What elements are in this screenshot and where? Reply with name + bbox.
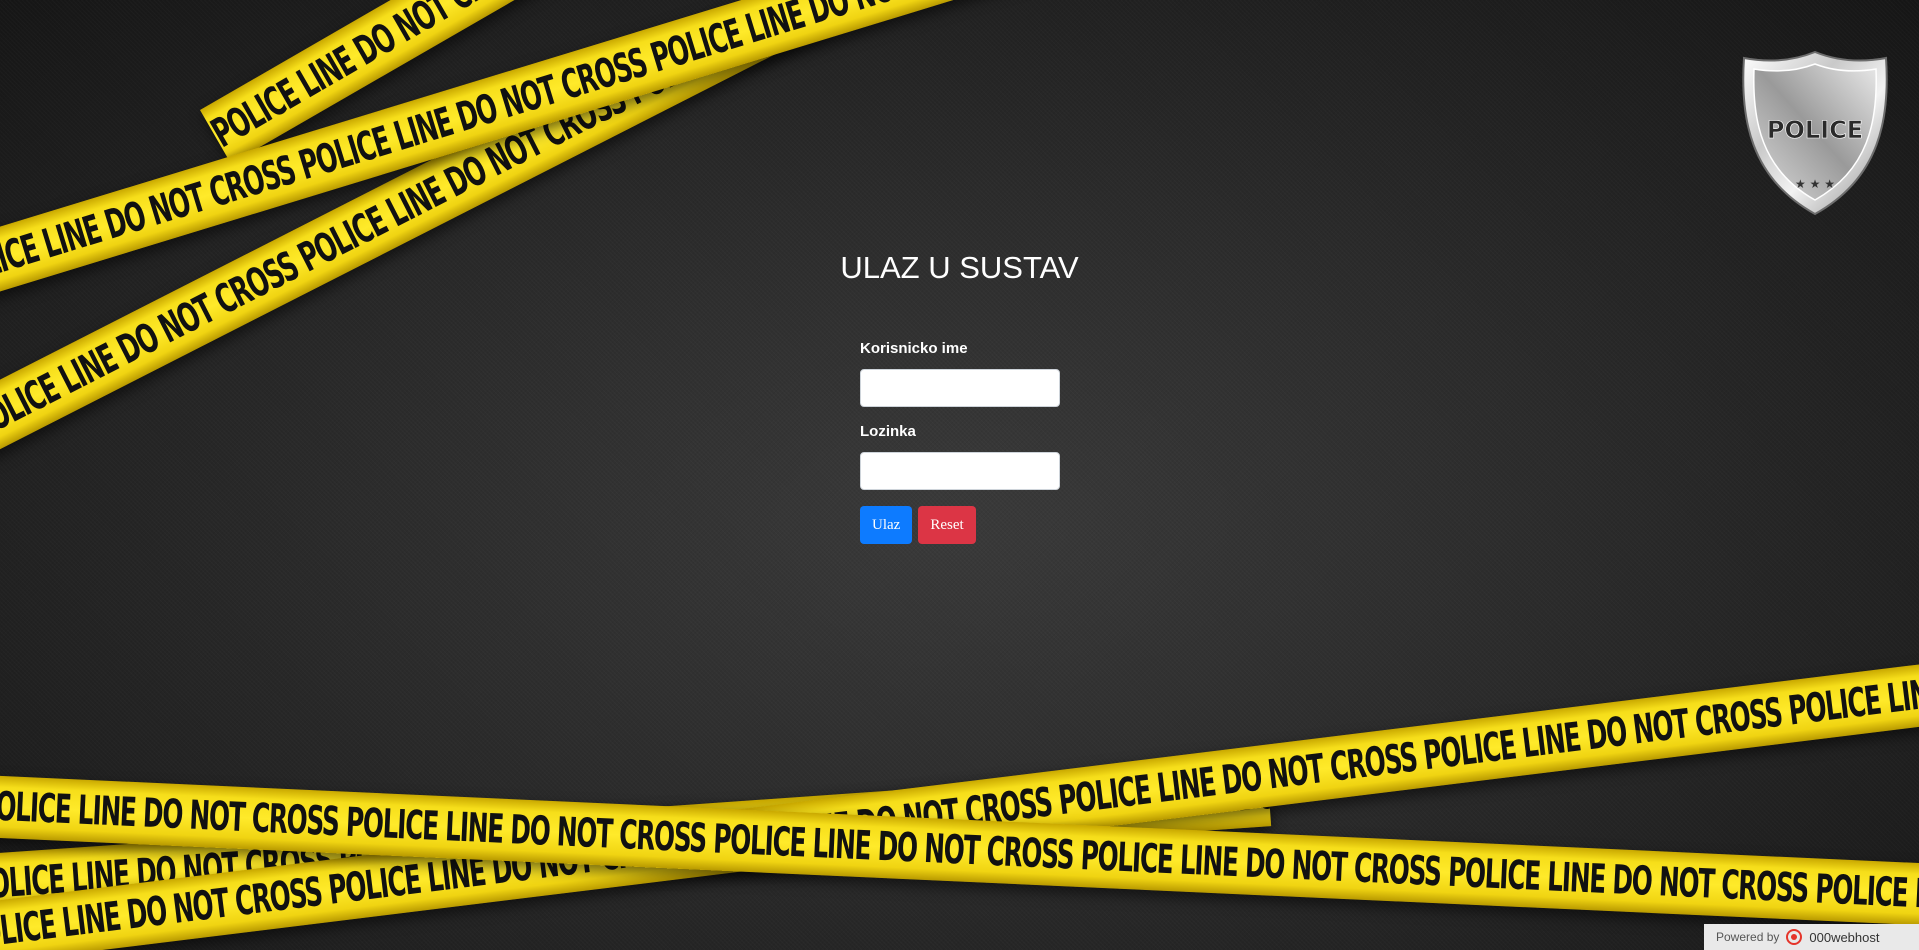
powered-by-banner[interactable]: Powered by 000webhost bbox=[1704, 924, 1919, 950]
webhost-logo-icon bbox=[1786, 929, 1803, 945]
reset-button[interactable]: Reset bbox=[918, 506, 976, 544]
badge-text: POLICE bbox=[1767, 116, 1863, 144]
police-badge-icon: POLICE ★ ★ ★ bbox=[1742, 50, 1888, 216]
password-label: Lozinka bbox=[860, 423, 916, 440]
password-input[interactable] bbox=[860, 452, 1060, 490]
login-form: Korisnicko ime Lozinka Ulaz Reset bbox=[860, 340, 1120, 544]
svg-text:★ ★ ★: ★ ★ ★ bbox=[1795, 177, 1835, 191]
powered-by-label: Powered by bbox=[1716, 930, 1780, 944]
username-label: Korisnicko ime bbox=[860, 340, 968, 357]
powered-by-brand: 000webhost bbox=[1809, 929, 1880, 945]
username-input[interactable] bbox=[860, 369, 1060, 407]
login-button[interactable]: Ulaz bbox=[860, 506, 913, 544]
form-actions: Ulaz Reset bbox=[860, 506, 1120, 544]
login-page: POLICE LINE DO NOT CROSS POLICE LINE DO … bbox=[0, 0, 1919, 950]
page-title: ULAZ U SUSTAV bbox=[840, 250, 1079, 285]
